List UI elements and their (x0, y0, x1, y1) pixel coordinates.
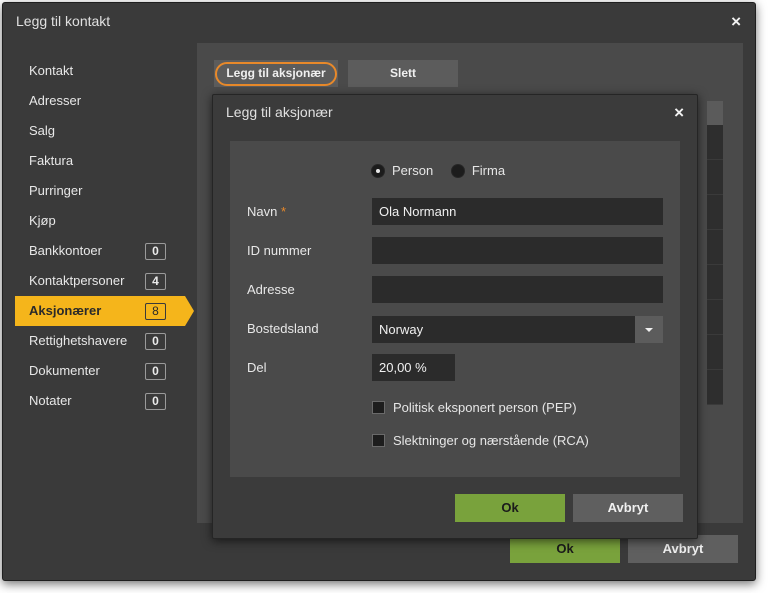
table-row[interactable] (707, 230, 723, 265)
sidebar-item-label: Dokumenter (29, 363, 100, 378)
chevron-down-icon[interactable] (635, 316, 663, 343)
table-row[interactable] (707, 160, 723, 195)
address-input[interactable] (372, 276, 663, 303)
sidebar-item-purringer[interactable]: Purringer (15, 176, 185, 206)
address-label: Adresse (247, 282, 295, 297)
sidebar-item-label: Kjøp (29, 213, 56, 228)
name-label: Navn * (247, 204, 286, 219)
ok-button[interactable]: Ok (455, 494, 565, 522)
radio-company[interactable]: Firma (450, 163, 506, 178)
count-badge: 0 (145, 393, 166, 410)
count-badge: 0 (145, 363, 166, 380)
sidebar-item-label: Bankkontoer (29, 243, 102, 258)
count-badge: 0 (145, 333, 166, 350)
shareholder-form: Person Firma Navn * Ola Normann ID numme… (230, 141, 680, 477)
sidebar: Kontakt Adresser Salg Faktura Purringer … (15, 56, 194, 416)
sidebar-item-label: Rettighetshavere (29, 333, 128, 348)
sidebar-item-label: Purringer (29, 183, 83, 198)
share-input[interactable]: 20,00 % (372, 354, 455, 381)
sidebar-item-label: Notater (29, 393, 72, 408)
name-input[interactable]: Ola Normann (372, 198, 663, 225)
sidebar-item-kontakt[interactable]: Kontakt (15, 56, 185, 86)
checkbox-icon (372, 434, 385, 447)
id-number-label: ID nummer (247, 243, 312, 258)
table-row[interactable] (707, 195, 723, 230)
sidebar-item-label: Salg (29, 123, 56, 138)
share-label: Del (247, 360, 267, 375)
sidebar-item-salg[interactable]: Salg (15, 116, 185, 146)
add-shareholder-dialog: Legg til aksjonær × Person Firma Navn * … (212, 94, 698, 539)
sidebar-item-aksjonaerer[interactable]: Aksjonærer 8 (15, 296, 194, 326)
table-row[interactable] (707, 370, 723, 405)
country-select[interactable]: Norway (372, 316, 635, 343)
dialog-title: Legg til aksjonær (226, 104, 333, 120)
id-number-input[interactable] (372, 237, 663, 264)
radio-icon (450, 163, 465, 178)
sidebar-item-rettighetshavere[interactable]: Rettighetshavere 0 (15, 326, 185, 356)
count-badge: 0 (145, 243, 166, 260)
sidebar-item-label: Faktura (29, 153, 74, 168)
sidebar-item-label: Aksjonærer (29, 303, 102, 318)
sidebar-item-bankkontoer[interactable]: Bankkontoer 0 (15, 236, 185, 266)
sidebar-item-label: Kontakt (29, 63, 74, 78)
name-label-text: Navn (247, 204, 278, 219)
cancel-button[interactable]: Avbryt (573, 494, 683, 522)
sidebar-item-kjop[interactable]: Kjøp (15, 206, 185, 236)
sidebar-item-label: Adresser (29, 93, 82, 108)
required-mark: * (280, 204, 287, 219)
type-radio-group: Person Firma (371, 163, 519, 179)
sidebar-item-adresser[interactable]: Adresser (15, 86, 185, 116)
table-row[interactable] (707, 125, 723, 160)
delete-button[interactable]: Slett (348, 60, 458, 87)
ok-button[interactable]: Ok (510, 535, 620, 563)
radio-person[interactable]: Person (371, 163, 433, 178)
close-icon[interactable]: × (731, 12, 741, 32)
checkbox-label: Politisk eksponert person (PEP) (393, 400, 577, 415)
close-icon[interactable]: × (674, 103, 684, 123)
highlight-ring (215, 62, 337, 86)
table-row[interactable] (707, 335, 723, 370)
cancel-button[interactable]: Avbryt (628, 535, 738, 563)
radio-label: Person (392, 163, 434, 178)
dialog-title: Legg til kontakt (16, 13, 111, 29)
sidebar-item-notater[interactable]: Notater 0 (15, 386, 185, 416)
checkbox-icon (372, 401, 385, 414)
radio-selected-icon (371, 163, 385, 178)
count-badge: 4 (145, 273, 166, 290)
shareholders-table (707, 101, 723, 405)
pep-checkbox[interactable]: Politisk eksponert person (PEP) (372, 400, 577, 415)
add-shareholder-button[interactable]: Legg til aksjonær (214, 60, 338, 87)
checkbox-label: Slektninger og nærstående (RCA) (393, 433, 589, 448)
sidebar-item-dokumenter[interactable]: Dokumenter 0 (15, 356, 185, 386)
table-row[interactable] (707, 265, 723, 300)
radio-label: Firma (471, 163, 506, 178)
country-label: Bostedsland (247, 321, 319, 336)
table-row[interactable] (707, 300, 723, 335)
count-badge: 8 (145, 303, 166, 320)
sidebar-item-kontaktpersoner[interactable]: Kontaktpersoner 4 (15, 266, 185, 296)
table-header (707, 101, 723, 125)
sidebar-item-label: Kontaktpersoner (29, 273, 125, 288)
rca-checkbox[interactable]: Slektninger og nærstående (RCA) (372, 433, 589, 448)
sidebar-item-faktura[interactable]: Faktura (15, 146, 185, 176)
